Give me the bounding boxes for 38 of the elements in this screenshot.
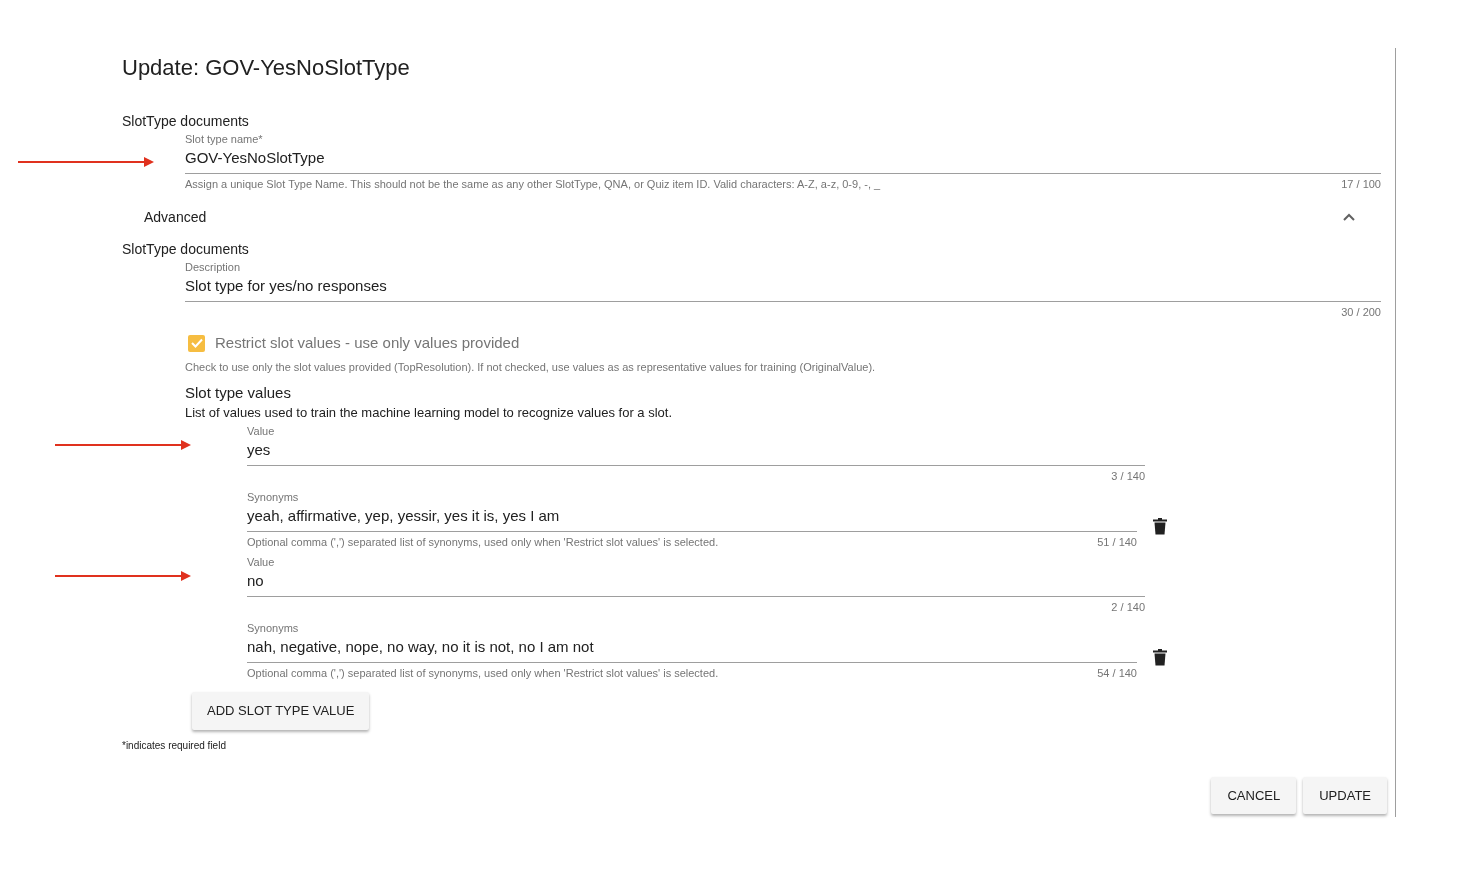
expansion-label: Advanced xyxy=(144,208,207,226)
character-counter: 17 / 100 xyxy=(1341,177,1381,191)
input-field[interactable]: nah, negative, nope, no way, no it is not, no I am not xyxy=(247,637,1137,663)
character-counter: 2 / 140 xyxy=(1111,600,1145,614)
section-heading: SlotType documents xyxy=(122,240,250,258)
field-label: Slot type name* xyxy=(185,132,263,146)
expansion-header[interactable]: Advanced xyxy=(144,208,1355,226)
field-label: Synonyms xyxy=(247,490,299,504)
section-description: List of values used to train the machine learning model to recognize values for a slot. xyxy=(185,404,674,421)
footnote: *indicates required field xyxy=(122,738,227,753)
input-field[interactable]: Slot type for yes/no responses xyxy=(185,276,1381,302)
helper-text: Optional comma (',') separated list of synonyms, used only when 'Restrict slot values' is selected. xyxy=(247,666,719,680)
dialog-button[interactable]: CANCEL xyxy=(1211,776,1297,814)
character-counter: 54 / 140 xyxy=(1097,666,1137,680)
helper-text: Optional comma (',') separated list of synonyms, used only when 'Restrict slot values' is selected. xyxy=(247,535,719,549)
character-counter: 51 / 140 xyxy=(1097,535,1137,549)
delete-icon[interactable] xyxy=(1153,649,1167,666)
character-counter: 30 / 200 xyxy=(1341,305,1381,319)
chevron-up-icon[interactable] xyxy=(1343,213,1355,221)
input-field[interactable]: yeah, affirmative, yep, yessir, yes it is, yes I am xyxy=(247,506,1137,532)
dialog-button[interactable]: UPDATE xyxy=(1303,776,1387,814)
input-field[interactable]: GOV-YesNoSlotType xyxy=(185,148,1381,174)
field-label: Description xyxy=(185,260,241,274)
helper-text: Check to use only the slot values provided (TopResolution). If not checked, use values as as representative values for training (OriginalValue). xyxy=(185,360,877,374)
field-label: Value xyxy=(247,424,275,438)
checkbox-label: Restrict slot values - use only values provided xyxy=(215,333,520,353)
input-field[interactable]: no xyxy=(247,571,1145,597)
delete-icon[interactable] xyxy=(1153,518,1167,535)
section-heading: SlotType documents xyxy=(122,112,250,130)
field-label: Synonyms xyxy=(247,621,299,635)
section-heading: Slot type values xyxy=(185,383,292,403)
add-value-button[interactable]: ADD SLOT TYPE VALUE xyxy=(192,692,370,730)
dialog-title: Update: GOV-YesNoSlotType xyxy=(122,55,411,81)
input-field[interactable]: yes xyxy=(247,440,1145,466)
field-label: Value xyxy=(247,555,275,569)
checkbox[interactable] xyxy=(188,334,205,352)
helper-text: Assign a unique Slot Type Name. This should not be the same as any other SlotType, QNA, or Quiz item ID. Valid characters: A-Z, a-z, 0-9, -, _ xyxy=(185,177,881,191)
character-counter: 3 / 140 xyxy=(1111,469,1145,483)
